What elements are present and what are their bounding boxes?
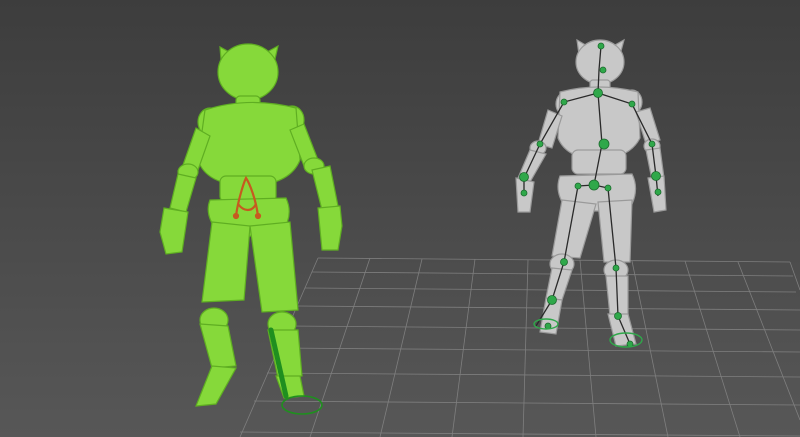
joint-left-wrist[interactable] [519,172,529,182]
joint-left-hand[interactable] [520,189,528,197]
joint-spine[interactable] [598,138,610,150]
joint-left-ankle[interactable] [547,295,557,305]
joint-hips[interactable] [588,179,600,191]
joint-right-wrist[interactable] [651,171,661,181]
joint-left-shoulder[interactable] [560,98,568,106]
viewport-background [0,0,800,437]
head[interactable] [217,43,279,101]
3d-viewport[interactable] [0,0,800,437]
joint-neck[interactable] [599,66,607,74]
joint-right-ankle[interactable] [614,312,622,320]
joint-left-hip[interactable] [574,182,582,190]
joint-right-knee[interactable] [612,264,620,272]
right-hand[interactable] [317,205,343,251]
joint-left-knee[interactable] [560,258,568,266]
joint-right-shoulder[interactable] [628,100,636,108]
joint-left-elbow[interactable] [536,140,544,148]
joint-right-hip[interactable] [604,184,612,192]
chest[interactable] [197,101,301,187]
joint-head[interactable] [597,42,605,50]
joint-right-hand[interactable] [654,188,662,196]
viewport-scene[interactable] [0,0,800,437]
joint-right-elbow[interactable] [648,140,656,148]
joint-chest[interactable] [593,88,603,98]
